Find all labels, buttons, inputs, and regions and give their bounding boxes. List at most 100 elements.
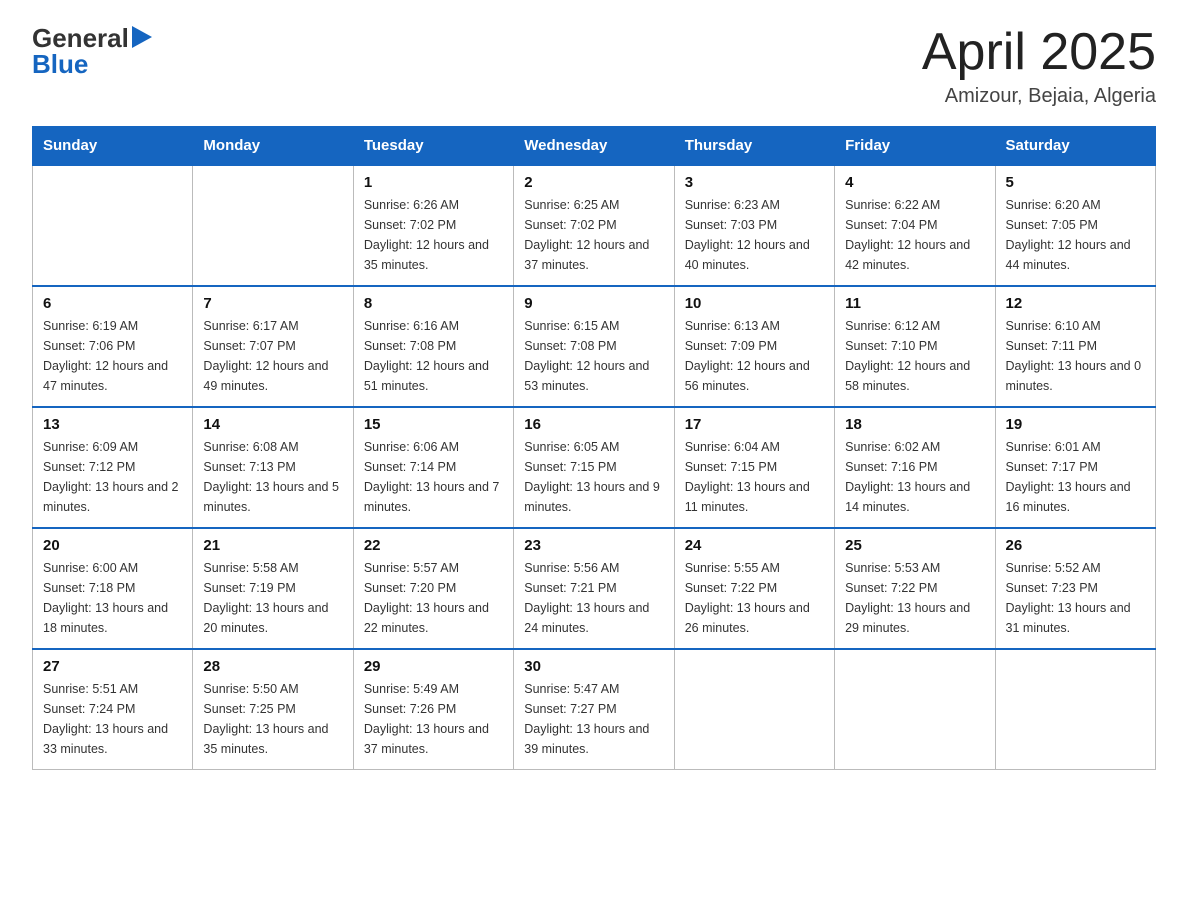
calendar-day-cell: 5Sunrise: 6:20 AMSunset: 7:05 PMDaylight… [995,165,1155,286]
day-info: Sunrise: 6:09 AMSunset: 7:12 PMDaylight:… [43,437,182,517]
calendar-day-cell [995,649,1155,770]
calendar-day-cell [33,165,193,286]
page-title: April 2025 [922,24,1156,81]
calendar-day-cell: 22 Sunrise: 5:57 AMSunset: 7:20 PMDayligh… [353,528,513,649]
col-saturday: Saturday [995,127,1155,166]
day-number: 22 [364,537,503,554]
calendar-day-cell: 27Sunrise: 5:51 AMSunset: 7:24 PMDayligh… [33,649,193,770]
col-friday: Friday [835,127,995,166]
calendar-day-cell: 23 Sunrise: 5:56 AMSunset: 7:21 PMDayligh… [514,528,674,649]
day-info: Sunrise: 6:02 AMSunset: 7:16 PMDaylight:… [845,437,984,517]
calendar-week-row: 6 Sunrise: 6:19 AMSunset: 7:06 PMDaylight… [33,286,1156,407]
day-info: Sunrise: 6:08 AMSunset: 7:13 PMDaylight:… [203,437,342,517]
col-thursday: Thursday [674,127,834,166]
day-number: 20 [43,537,182,554]
day-number: 3 [685,174,824,191]
col-tuesday: Tuesday [353,127,513,166]
calendar-week-row: 13 Sunrise: 6:09 AMSunset: 7:12 PMDayligh… [33,407,1156,528]
calendar-day-cell [674,649,834,770]
day-info: Sunrise: 6:13 AMSunset: 7:09 PMDaylight:… [685,316,824,396]
day-info: Sunrise: 6:10 AMSunset: 7:11 PMDaylight:… [1006,316,1145,396]
calendar-day-cell: 7Sunrise: 6:17 AMSunset: 7:07 PMDaylight… [193,286,353,407]
day-number: 1 [364,174,503,191]
calendar-day-cell: 13 Sunrise: 6:09 AMSunset: 7:12 PMDayligh… [33,407,193,528]
col-wednesday: Wednesday [514,127,674,166]
calendar-day-cell: 30 Sunrise: 5:47 AMSunset: 7:27 PMDayligh… [514,649,674,770]
day-number: 25 [845,537,984,554]
day-number: 2 [524,174,663,191]
day-number: 6 [43,295,182,312]
calendar-day-cell: 9Sunrise: 6:15 AMSunset: 7:08 PMDaylight… [514,286,674,407]
title-block: April 2025 Amizour, Bejaia, Algeria [922,24,1156,108]
calendar-day-cell: 15Sunrise: 6:06 AMSunset: 7:14 PMDayligh… [353,407,513,528]
calendar-day-cell: 11 Sunrise: 6:12 AMSunset: 7:10 PMDayligh… [835,286,995,407]
calendar-day-cell: 17 Sunrise: 6:04 AMSunset: 7:15 PMDayligh… [674,407,834,528]
day-number: 4 [845,174,984,191]
calendar-day-cell: 16 Sunrise: 6:05 AMSunset: 7:15 PMDayligh… [514,407,674,528]
page-subtitle: Amizour, Bejaia, Algeria [922,85,1156,108]
calendar-day-cell: 21Sunrise: 5:58 AMSunset: 7:19 PMDayligh… [193,528,353,649]
col-sunday: Sunday [33,127,193,166]
day-info: Sunrise: 5:50 AMSunset: 7:25 PMDaylight:… [203,679,342,759]
day-info: Sunrise: 5:53 AMSunset: 7:22 PMDaylight:… [845,558,984,638]
day-info: Sunrise: 6:12 AMSunset: 7:10 PMDaylight:… [845,316,984,396]
day-number: 11 [845,295,984,312]
day-info: Sunrise: 6:01 AMSunset: 7:17 PMDaylight:… [1006,437,1145,517]
col-monday: Monday [193,127,353,166]
day-info: Sunrise: 6:26 AMSunset: 7:02 PMDaylight:… [364,195,503,275]
calendar-day-cell: 29 Sunrise: 5:49 AMSunset: 7:26 PMDayligh… [353,649,513,770]
calendar-day-cell: 14Sunrise: 6:08 AMSunset: 7:13 PMDayligh… [193,407,353,528]
calendar-week-row: 1 Sunrise: 6:26 AMSunset: 7:02 PMDaylight… [33,165,1156,286]
day-number: 29 [364,658,503,675]
day-info: Sunrise: 6:04 AMSunset: 7:15 PMDaylight:… [685,437,824,517]
day-number: 23 [524,537,663,554]
calendar-table: Sunday Monday Tuesday Wednesday Thursday… [32,126,1156,770]
calendar-day-cell: 3Sunrise: 6:23 AMSunset: 7:03 PMDaylight… [674,165,834,286]
page-header: General Blue April 2025 Amizour, Bejaia,… [32,24,1156,108]
day-info: Sunrise: 6:06 AMSunset: 7:14 PMDaylight:… [364,437,503,517]
calendar-week-row: 20 Sunrise: 6:00 AMSunset: 7:18 PMDayligh… [33,528,1156,649]
calendar-day-cell: 25 Sunrise: 5:53 AMSunset: 7:22 PMDayligh… [835,528,995,649]
calendar-day-cell: 10Sunrise: 6:13 AMSunset: 7:09 PMDayligh… [674,286,834,407]
calendar-week-row: 27Sunrise: 5:51 AMSunset: 7:24 PMDayligh… [33,649,1156,770]
logo-arrow-icon [132,26,152,48]
day-info: Sunrise: 6:00 AMSunset: 7:18 PMDaylight:… [43,558,182,638]
day-info: Sunrise: 5:57 AMSunset: 7:20 PMDaylight:… [364,558,503,638]
calendar-day-cell: 28 Sunrise: 5:50 AMSunset: 7:25 PMDayligh… [193,649,353,770]
day-number: 7 [203,295,342,312]
calendar-day-cell: 4 Sunrise: 6:22 AMSunset: 7:04 PMDaylight… [835,165,995,286]
day-number: 28 [203,658,342,675]
day-number: 21 [203,537,342,554]
day-info: Sunrise: 5:51 AMSunset: 7:24 PMDaylight:… [43,679,182,759]
day-number: 16 [524,416,663,433]
logo-blue: Blue [32,49,88,79]
day-info: Sunrise: 6:05 AMSunset: 7:15 PMDaylight:… [524,437,663,517]
calendar-day-cell: 2 Sunrise: 6:25 AMSunset: 7:02 PMDaylight… [514,165,674,286]
day-info: Sunrise: 6:16 AMSunset: 7:08 PMDaylight:… [364,316,503,396]
calendar-day-cell: 20 Sunrise: 6:00 AMSunset: 7:18 PMDayligh… [33,528,193,649]
day-info: Sunrise: 5:49 AMSunset: 7:26 PMDaylight:… [364,679,503,759]
day-info: Sunrise: 6:25 AMSunset: 7:02 PMDaylight:… [524,195,663,275]
day-number: 13 [43,416,182,433]
day-number: 30 [524,658,663,675]
day-info: Sunrise: 6:19 AMSunset: 7:06 PMDaylight:… [43,316,182,396]
calendar-day-cell: 8 Sunrise: 6:16 AMSunset: 7:08 PMDaylight… [353,286,513,407]
day-number: 17 [685,416,824,433]
calendar-day-cell: 19Sunrise: 6:01 AMSunset: 7:17 PMDayligh… [995,407,1155,528]
calendar-day-cell: 1 Sunrise: 6:26 AMSunset: 7:02 PMDaylight… [353,165,513,286]
calendar-day-cell: 26 Sunrise: 5:52 AMSunset: 7:23 PMDayligh… [995,528,1155,649]
calendar-day-cell: 24Sunrise: 5:55 AMSunset: 7:22 PMDayligh… [674,528,834,649]
day-number: 5 [1006,174,1145,191]
day-info: Sunrise: 5:47 AMSunset: 7:27 PMDaylight:… [524,679,663,759]
day-info: Sunrise: 5:55 AMSunset: 7:22 PMDaylight:… [685,558,824,638]
calendar-day-cell [835,649,995,770]
day-number: 18 [845,416,984,433]
day-info: Sunrise: 5:52 AMSunset: 7:23 PMDaylight:… [1006,558,1145,638]
calendar-day-cell [193,165,353,286]
day-info: Sunrise: 5:56 AMSunset: 7:21 PMDaylight:… [524,558,663,638]
calendar-day-cell: 12Sunrise: 6:10 AMSunset: 7:11 PMDayligh… [995,286,1155,407]
day-number: 26 [1006,537,1145,554]
day-info: Sunrise: 6:22 AMSunset: 7:04 PMDaylight:… [845,195,984,275]
day-number: 8 [364,295,503,312]
calendar-day-cell: 18 Sunrise: 6:02 AMSunset: 7:16 PMDayligh… [835,407,995,528]
